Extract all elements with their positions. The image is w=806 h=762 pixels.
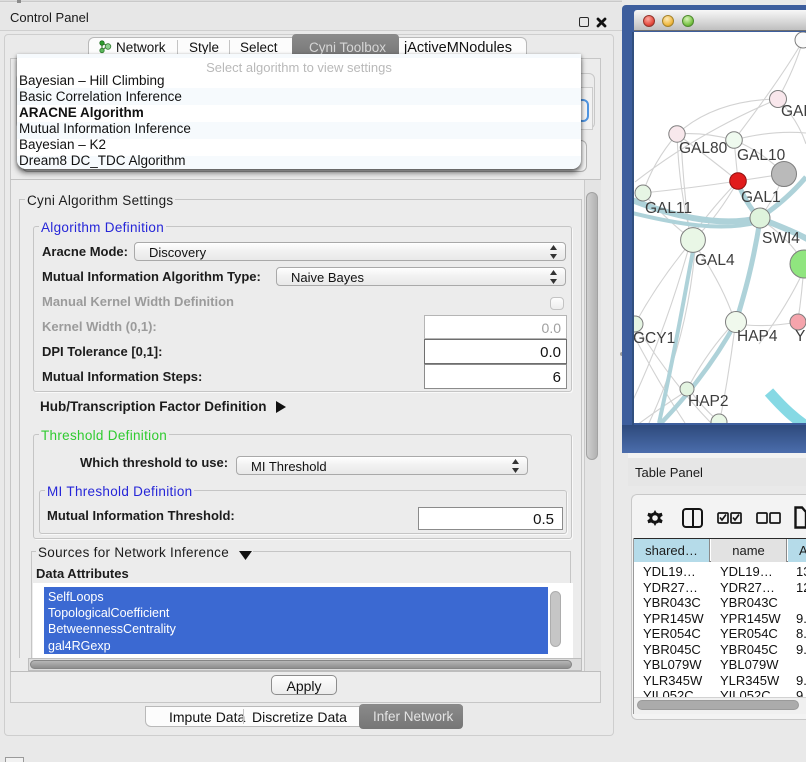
svg-text:Y: Y: [795, 328, 805, 345]
svg-text:GAL80: GAL80: [679, 140, 728, 157]
svg-text:SWI4: SWI4: [762, 230, 800, 247]
svg-text:HAP2: HAP2: [688, 393, 729, 410]
svg-text:GCY1: GCY1: [634, 330, 675, 347]
svg-text:GAL4: GAL4: [695, 252, 735, 269]
svg-text:GAL11: GAL11: [645, 200, 692, 217]
svg-text:GAL10: GAL10: [737, 147, 786, 164]
svg-text:HAP4: HAP4: [737, 328, 778, 345]
svg-text:GAL1: GAL1: [741, 189, 781, 206]
svg-text:GAL7: GAL7: [781, 103, 806, 120]
